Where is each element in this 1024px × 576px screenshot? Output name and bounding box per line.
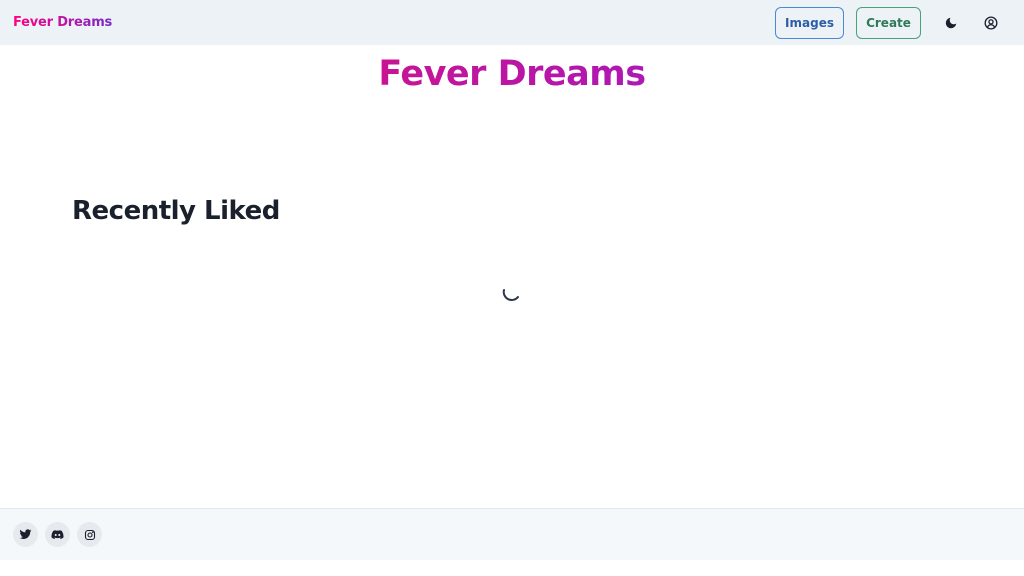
section-title-recently-liked: Recently Liked <box>72 196 280 226</box>
discord-link[interactable] <box>45 522 70 547</box>
instagram-link[interactable] <box>77 522 102 547</box>
twitter-icon <box>19 529 32 539</box>
instagram-icon <box>84 529 95 540</box>
spinner-icon <box>502 289 519 301</box>
discord-icon <box>51 530 64 539</box>
nav-actions: Images Create <box>775 0 1011 45</box>
logo-link[interactable]: Fever Dreams <box>13 15 112 30</box>
page-title: Fever Dreams <box>378 54 646 94</box>
account-button[interactable] <box>971 7 1011 39</box>
theme-toggle-button[interactable] <box>931 7 971 39</box>
user-circle-icon <box>984 16 998 29</box>
create-button[interactable]: Create <box>856 6 921 39</box>
footer <box>0 508 1024 560</box>
images-button[interactable]: Images <box>775 6 844 39</box>
moon-icon <box>945 17 957 28</box>
navbar: Fever Dreams Images Create <box>0 0 1024 45</box>
twitter-link[interactable] <box>13 522 38 547</box>
